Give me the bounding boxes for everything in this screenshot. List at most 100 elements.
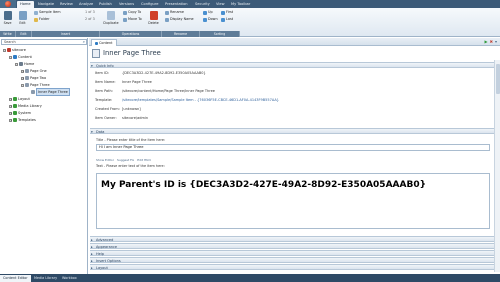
document-icon — [34, 10, 38, 15]
bottom-tab-workbox[interactable]: Workbox — [59, 275, 80, 282]
appearance-section-header[interactable]: ▸ Appearance — [90, 243, 494, 249]
tab-view[interactable]: View — [213, 1, 228, 8]
item-owner-value: sitecore\admin — [122, 116, 149, 120]
tab-publish[interactable]: Publish — [96, 1, 115, 8]
tree-node-label: Content — [18, 55, 32, 59]
chevron-down-icon: ▾ — [91, 130, 93, 134]
suggest-fix-link[interactable]: Suggest Fix — [117, 158, 134, 163]
insert-options-section-header[interactable]: ▸ Insert Options — [90, 257, 494, 263]
tab-content[interactable]: Content — [91, 39, 117, 46]
search-icon[interactable]: ⌕ — [83, 40, 85, 44]
title-field-input[interactable]: Hi I am Inner Page Three — [96, 144, 490, 151]
navigate-forward-icon[interactable]: ▶ — [485, 39, 488, 44]
tree-node-icon — [13, 111, 17, 115]
tree-node[interactable]: Inner Page Three — [27, 88, 70, 96]
expand-icon[interactable]: + — [9, 118, 12, 122]
layout-section-header[interactable]: ▸ Layout — [90, 264, 494, 270]
insert-sample-item-button[interactable]: Sample Item — [34, 10, 61, 15]
item-header: Inner Page Three — [92, 48, 161, 58]
rich-text-content: My Parent's ID is {DEC3A3D2-427E-49A2-8D… — [101, 180, 426, 190]
chevron-right-icon: ▸ — [91, 266, 93, 270]
created-from-value: [unknown] — [122, 107, 141, 111]
item-path-value: /sitecore/content/Home/Page Three/Inner … — [122, 89, 215, 93]
insert-gallery-count-1[interactable]: 1 of 3 — [85, 10, 95, 15]
expand-icon[interactable]: + — [9, 111, 12, 115]
tree-node[interactable]: – Home — [15, 61, 34, 67]
insert-folder-button[interactable]: Folder — [34, 17, 49, 22]
sort-down-button[interactable]: Down — [203, 17, 218, 22]
tree-node-label: Templates — [18, 118, 36, 122]
expand-icon[interactable]: + — [9, 97, 12, 101]
ribbon-tab-strip: Home Navigate Review Analyze Publish Ver… — [0, 0, 500, 8]
expand-icon[interactable]: + — [9, 104, 12, 108]
rename-button[interactable]: Rename — [165, 10, 184, 15]
title-field-label: Title - Please enter title of the item h… — [96, 138, 166, 142]
save-button[interactable]: Save — [2, 11, 13, 25]
tab-security[interactable]: Security — [192, 1, 213, 8]
tab-my-toolbar[interactable]: My Toolbar — [228, 1, 253, 8]
collapse-icon[interactable]: – — [3, 48, 6, 52]
tree-node[interactable]: + Page Two — [21, 75, 46, 81]
bottom-tab-content-editor[interactable]: Content Editor — [0, 275, 31, 282]
tab-home[interactable]: Home — [17, 1, 34, 8]
tab-configure[interactable]: Configure — [138, 1, 161, 8]
copy-icon — [123, 10, 127, 15]
template-link[interactable]: /sitecore/templates/Sample/Sample Item -… — [122, 97, 279, 103]
advanced-section-header[interactable]: ▸ Advanced — [90, 236, 494, 242]
sort-last-button[interactable]: Last — [221, 17, 233, 22]
collapse-icon[interactable]: – — [15, 62, 18, 66]
tree-node[interactable]: – sitecore — [3, 47, 26, 53]
show-editor-link[interactable]: Show Editor — [96, 158, 114, 163]
tab-versions[interactable]: Versions — [116, 1, 137, 8]
insert-gallery-count-2[interactable]: 2 of 3 — [85, 17, 95, 22]
move-icon — [123, 17, 127, 22]
tree-node-icon — [25, 76, 29, 80]
expand-icon[interactable]: + — [21, 69, 24, 73]
bottom-tab-media-library[interactable]: Media Library — [31, 275, 60, 282]
tree-search-input[interactable]: Search ⌕ — [1, 39, 87, 45]
bottom-application-bar: Content Editor Media Library Workbox — [0, 274, 500, 282]
content-scrollbar[interactable] — [494, 60, 500, 272]
tab-navigate[interactable]: Navigate — [35, 1, 57, 8]
edit-html-link[interactable]: Edit Html — [137, 158, 151, 163]
help-section-header[interactable]: ▸ Help — [90, 250, 494, 256]
folder-icon — [34, 17, 38, 22]
delete-button[interactable]: Delete — [148, 11, 159, 25]
tree-node[interactable]: + Media Library — [9, 103, 42, 109]
collapse-icon[interactable]: – — [21, 83, 24, 87]
duplicate-icon — [107, 11, 115, 20]
sitecore-menu-button[interactable] — [0, 0, 16, 8]
tab-analyze[interactable]: Analyze — [76, 1, 96, 8]
chevron-down-icon: ▾ — [91, 64, 93, 68]
move-to-button[interactable]: Move To — [123, 17, 142, 22]
duplicate-button[interactable]: Duplicate — [102, 11, 120, 25]
quick-info-section-header[interactable]: ▾ Quick Info — [90, 62, 494, 68]
tab-presentation[interactable]: Presentation — [162, 1, 191, 8]
tab-review[interactable]: Review — [57, 1, 76, 8]
collapse-icon[interactable]: – — [9, 55, 12, 59]
scrollbar-thumb[interactable] — [496, 64, 500, 94]
edit-button[interactable]: Edit — [17, 11, 28, 25]
sort-first-button[interactable]: First — [221, 10, 233, 15]
tree-node[interactable]: + Page One — [21, 68, 47, 74]
arrow-down-icon — [203, 17, 207, 22]
group-rename: Rename — [162, 31, 200, 37]
expand-icon[interactable]: + — [21, 76, 24, 80]
display-name-button[interactable]: Display Name — [165, 17, 194, 22]
data-section-header[interactable]: ▾ Data — [90, 128, 494, 134]
item-id-value: {DEC3A3D2-427E-49A2-8D92-E350A05AAAB0} — [122, 71, 206, 75]
ribbon: Save Write Edit Edit Sample Item Folder … — [0, 8, 500, 37]
copy-to-button[interactable]: Copy To — [123, 10, 141, 15]
page-title: Inner Page Three — [103, 49, 161, 57]
tree-node[interactable]: + System — [9, 110, 31, 116]
sort-up-button[interactable]: Up — [203, 10, 213, 15]
tree-node[interactable]: – Content — [9, 54, 32, 60]
text-field-rich-text[interactable]: My Parent's ID is {DEC3A3D2-427E-49A2-8D… — [96, 173, 490, 229]
content-tab-icon — [95, 41, 98, 45]
tree-node-icon — [25, 83, 29, 87]
group-write: Write — [0, 31, 16, 37]
menu-icon[interactable]: ▾ — [495, 39, 497, 44]
tree-node[interactable]: + Templates — [9, 117, 36, 123]
close-icon[interactable]: ✖ — [490, 39, 493, 44]
tree-node[interactable]: + Layout — [9, 96, 30, 102]
